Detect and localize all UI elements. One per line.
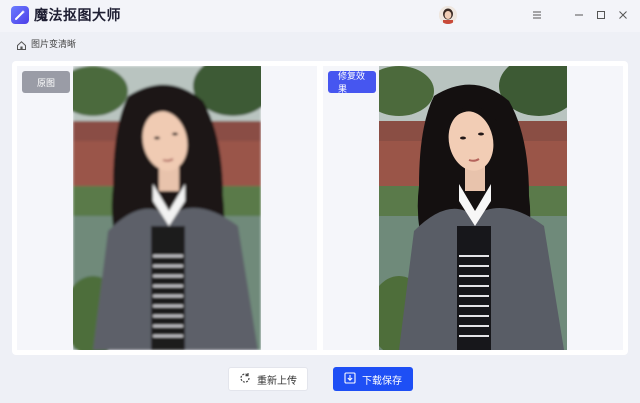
minimize-icon[interactable] xyxy=(570,6,588,24)
reupload-button[interactable]: 重新上传 xyxy=(228,367,308,391)
app-title: 魔法抠图大师 xyxy=(34,8,121,24)
home-icon xyxy=(16,36,27,55)
title-bar: 魔法抠图大师 xyxy=(0,0,640,32)
result-photo xyxy=(379,66,567,350)
avatar[interactable] xyxy=(439,6,457,24)
comparison-panel: 原图 修复效果 xyxy=(12,61,628,355)
save-button[interactable]: 下载保存 xyxy=(333,367,413,391)
reupload-label: 重新上传 xyxy=(257,375,297,387)
original-badge: 原图 xyxy=(22,71,70,93)
breadcrumb-label: 图片变清晰 xyxy=(31,40,77,50)
close-icon[interactable] xyxy=(614,6,632,24)
original-pane: 原图 xyxy=(17,66,317,350)
result-badge: 修复效果 xyxy=(328,71,376,95)
original-photo xyxy=(73,66,261,350)
download-icon xyxy=(344,371,356,387)
maximize-icon[interactable] xyxy=(592,6,610,24)
refresh-icon xyxy=(239,372,251,387)
wand-logo-icon xyxy=(11,6,29,24)
breadcrumb[interactable]: 图片变清晰 xyxy=(16,37,76,53)
menu-icon[interactable] xyxy=(528,6,546,24)
result-pane: 修复效果 xyxy=(323,66,623,350)
save-label: 下载保存 xyxy=(362,375,402,387)
